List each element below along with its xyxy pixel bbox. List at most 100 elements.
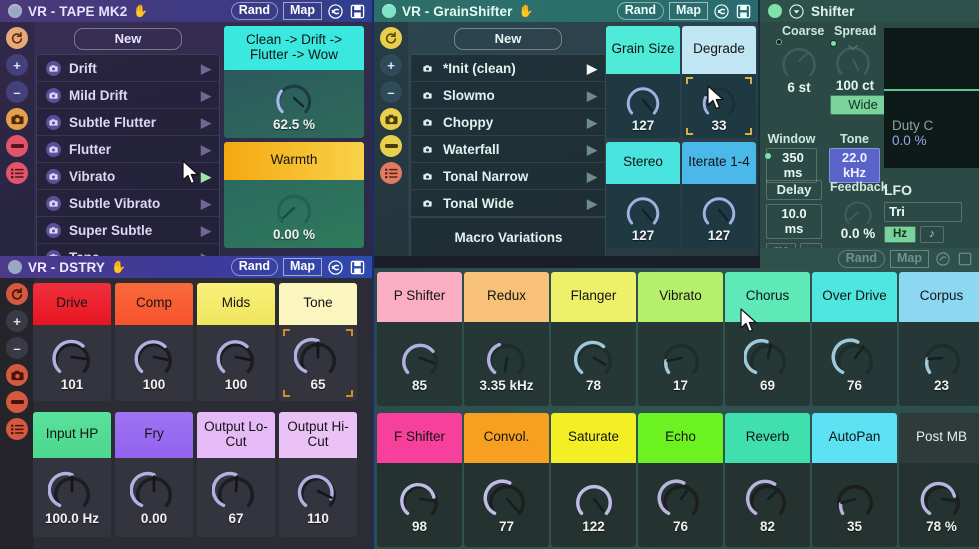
save-icon[interactable]: [735, 3, 752, 20]
play-arrow-icon[interactable]: ▶: [587, 62, 597, 75]
knob[interactable]: [918, 477, 966, 521]
minus-filled-icon[interactable]: [380, 135, 402, 157]
macro-variations-row[interactable]: Macro Variations: [411, 217, 605, 256]
knob[interactable]: [483, 477, 531, 521]
list-item[interactable]: Super Subtle ▶: [37, 217, 219, 244]
play-arrow-icon[interactable]: ▶: [201, 116, 211, 129]
knob[interactable]: [212, 469, 260, 513]
duty-value[interactable]: 0.0 %: [884, 133, 979, 148]
knob[interactable]: [212, 335, 260, 379]
note-icon[interactable]: ♪: [920, 226, 944, 243]
minus-icon[interactable]: –: [6, 337, 28, 359]
list-item[interactable]: Tonal Wide ▶: [411, 190, 605, 217]
rand-button[interactable]: Rand: [837, 249, 885, 269]
macro-cell-corpus[interactable]: Corpus 23: [899, 272, 979, 406]
macro-cell-flanger[interactable]: Flanger 78: [551, 272, 636, 406]
rotate-icon[interactable]: [6, 283, 28, 305]
rand-button[interactable]: Rand: [230, 1, 278, 21]
minus-filled-icon[interactable]: [6, 391, 28, 413]
macro-cell-wow[interactable]: Clean -> Drift -> Flutter -> Wow 62.5 %: [224, 26, 364, 138]
knob[interactable]: [396, 477, 444, 521]
macro-cell-fry[interactable]: Fry 0.00: [115, 412, 193, 537]
rotate-icon[interactable]: [6, 27, 28, 49]
play-arrow-icon[interactable]: ▶: [201, 224, 211, 237]
macro-cell-redux[interactable]: Redux 3.35 kHz: [464, 272, 549, 406]
play-arrow-icon[interactable]: ▶: [201, 170, 211, 183]
delay-button[interactable]: Delay: [766, 180, 822, 200]
list-item[interactable]: Waterfall ▶: [411, 136, 605, 163]
list-item[interactable]: Slowmo ▶: [411, 82, 605, 109]
lfo-hz-button[interactable]: Hz: [884, 226, 916, 243]
play-arrow-icon[interactable]: ▶: [201, 89, 211, 102]
macro-cell-over-drive[interactable]: Over Drive 76: [812, 272, 897, 406]
list-item[interactable]: *Init (clean) ▶: [411, 55, 605, 82]
delay-value[interactable]: 10.0 ms: [766, 204, 822, 239]
macro-cell-saturate[interactable]: Saturate 122: [551, 413, 636, 547]
knob[interactable]: [396, 336, 444, 380]
play-arrow-icon[interactable]: ▶: [587, 143, 597, 156]
refresh-icon[interactable]: [934, 251, 951, 268]
list-item[interactable]: Choppy ▶: [411, 109, 605, 136]
list-icon[interactable]: [6, 162, 28, 184]
minus-icon[interactable]: –: [380, 81, 402, 103]
macro-cell-comp[interactable]: Comp 100: [115, 283, 193, 401]
save-icon[interactable]: [349, 259, 366, 276]
list-item[interactable]: Vibrato ▶: [37, 163, 219, 190]
knob[interactable]: [831, 336, 879, 380]
macro-cell-stereo[interactable]: Stereo 127: [606, 142, 680, 248]
knob[interactable]: [570, 336, 618, 380]
macro-cell-degrade[interactable]: Degrade 33: [682, 26, 756, 138]
plus-icon[interactable]: +: [380, 54, 402, 76]
knob[interactable]: [130, 335, 178, 379]
list-item[interactable]: Mild Drift ▶: [37, 82, 219, 109]
macro-cell-iterate[interactable]: Iterate 1-4 127: [682, 142, 756, 248]
knob[interactable]: [294, 335, 342, 379]
map-button[interactable]: Map: [669, 1, 708, 21]
macro-cell-f-shifter[interactable]: F Shifter 98: [377, 413, 462, 547]
knob[interactable]: [294, 469, 342, 513]
play-arrow-icon[interactable]: ▶: [587, 197, 597, 210]
knob[interactable]: [570, 477, 618, 521]
spread-value[interactable]: 100 ct: [830, 78, 880, 93]
macro-cell-chorus[interactable]: Chorus 69: [725, 272, 810, 406]
list-icon[interactable]: [6, 418, 28, 440]
window-value[interactable]: 350 ms: [766, 148, 817, 183]
macro-cell-grain-size[interactable]: Grain Size 127: [606, 26, 680, 138]
macro-cell-tone[interactable]: Tone 65: [279, 283, 357, 401]
knob[interactable]: [621, 80, 665, 120]
camera-icon[interactable]: [6, 364, 28, 386]
rand-button[interactable]: Rand: [230, 257, 278, 277]
knob[interactable]: [657, 336, 705, 380]
refresh-icon[interactable]: [327, 3, 344, 20]
play-arrow-icon[interactable]: ▶: [201, 143, 211, 156]
chevron-down-icon[interactable]: [788, 3, 805, 20]
knob[interactable]: [743, 336, 792, 380]
macro-cell-mids[interactable]: Mids 100: [197, 283, 275, 401]
coarse-mod-dot[interactable]: [776, 39, 782, 45]
refresh-icon[interactable]: [327, 259, 344, 276]
list-item[interactable]: Flutter ▶: [37, 136, 219, 163]
macro-cell-vibrato[interactable]: Vibrato 17: [638, 272, 723, 406]
tone-value[interactable]: 22.0 kHz: [829, 148, 880, 183]
map-button[interactable]: Map: [283, 1, 322, 21]
new-preset-button[interactable]: New: [74, 28, 182, 50]
list-item[interactable]: Subtle Flutter ▶: [37, 109, 219, 136]
macro-cell-output-lo-cut[interactable]: Output Lo-Cut 67: [197, 412, 275, 537]
save-icon[interactable]: [349, 3, 366, 20]
list-item[interactable]: Tonal Narrow ▶: [411, 163, 605, 190]
play-arrow-icon[interactable]: ▶: [201, 197, 211, 210]
refresh-icon[interactable]: [713, 3, 730, 20]
minus-filled-icon[interactable]: [6, 135, 28, 157]
coarse-value[interactable]: 6 st: [776, 80, 822, 95]
list-item[interactable]: Subtle Vibrato ▶: [37, 190, 219, 217]
play-arrow-icon[interactable]: ▶: [587, 116, 597, 129]
macro-cell-convol[interactable]: Convol. 77: [464, 413, 549, 547]
map-button[interactable]: Map: [890, 249, 929, 269]
play-arrow-icon[interactable]: ▶: [201, 62, 211, 75]
camera-icon[interactable]: [380, 108, 402, 130]
new-preset-button[interactable]: New: [454, 28, 562, 50]
knob[interactable]: [838, 195, 878, 229]
macro-cell-warmth[interactable]: Warmth 0.00 %: [224, 142, 364, 248]
macro-cell-p-shifter[interactable]: P Shifter 85: [377, 272, 462, 406]
knob[interactable]: [776, 40, 824, 82]
